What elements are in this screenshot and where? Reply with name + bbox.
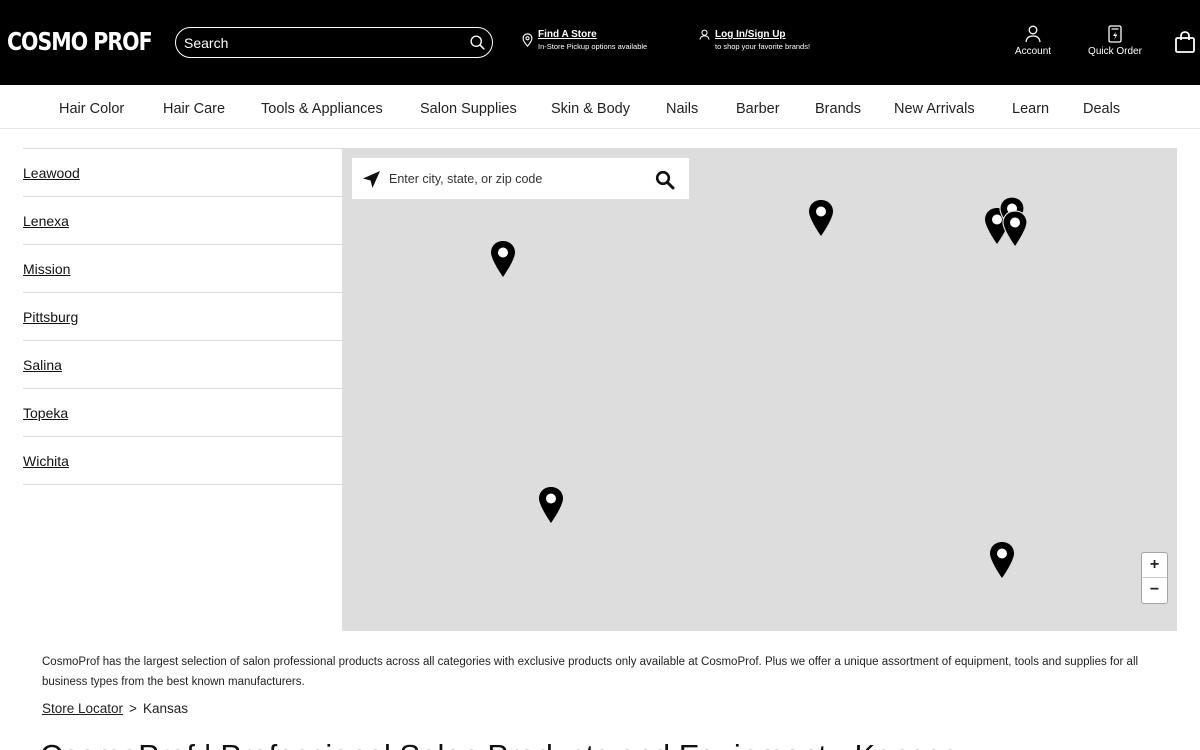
- nav-item-tools-appliances[interactable]: Tools & Appliances: [261, 101, 383, 117]
- quick-order-label: Quick Order: [1088, 46, 1142, 57]
- nav-item-learn[interactable]: Learn: [1012, 101, 1049, 117]
- find-a-store-subtitle: In-Store Pickup options available: [538, 42, 648, 51]
- cosmoprof-logo[interactable]: COSMO PROF: [7, 27, 153, 56]
- nav-item-barber[interactable]: Barber: [736, 101, 780, 117]
- nav-item-salon-supplies[interactable]: Salon Supplies: [420, 101, 517, 117]
- top-header: COSMO PROF Find A Store In-Store Pickup …: [0, 0, 1200, 85]
- nav-item-hair-color[interactable]: Hair Color: [59, 101, 124, 117]
- page-title: CosmoProf | Professional Salon Products …: [40, 738, 958, 750]
- account-label: Account: [1014, 46, 1052, 57]
- search-icon[interactable]: [469, 34, 486, 51]
- site-search[interactable]: [175, 27, 493, 58]
- store-marker-pin[interactable]: [1001, 210, 1029, 248]
- store-map[interactable]: + −: [342, 148, 1177, 631]
- location-pin-icon: [522, 33, 533, 47]
- account-icon: [1025, 25, 1041, 43]
- breadcrumb: Store Locator > Kansas: [42, 701, 188, 716]
- main-nav: Hair Color Hair Care Tools & Appliances …: [0, 85, 1200, 129]
- user-icon: [699, 29, 710, 40]
- shopping-bag-icon[interactable]: [1174, 30, 1196, 54]
- find-a-store-title[interactable]: Find A Store: [538, 29, 647, 40]
- store-marker-pin[interactable]: [988, 541, 1016, 579]
- login-signup-title[interactable]: Log In/Sign Up: [715, 29, 810, 40]
- city-link-salina[interactable]: Salina: [23, 341, 343, 389]
- store-marker-pin[interactable]: [537, 486, 565, 524]
- map-search-box[interactable]: [352, 158, 689, 199]
- breadcrumb-separator: >: [129, 701, 137, 716]
- store-description: CosmoProf has the largest selection of s…: [42, 656, 1139, 688]
- city-link-leawood[interactable]: Leawood: [23, 149, 343, 197]
- city-link-wichita[interactable]: Wichita: [23, 437, 343, 485]
- zoom-in-button[interactable]: +: [1142, 553, 1167, 578]
- zoom-out-button[interactable]: −: [1142, 578, 1167, 603]
- breadcrumb-current: Kansas: [142, 701, 188, 716]
- nav-item-brands[interactable]: Brands: [815, 101, 861, 117]
- nav-item-hair-care[interactable]: Hair Care: [163, 101, 225, 117]
- quick-order-icon: [1108, 25, 1122, 43]
- quick-order-button[interactable]: Quick Order: [1083, 25, 1147, 57]
- search-input[interactable]: [184, 33, 454, 52]
- nav-item-nails[interactable]: Nails: [666, 101, 698, 117]
- nav-item-new-arrivals[interactable]: New Arrivals: [894, 101, 975, 117]
- city-link-topeka[interactable]: Topeka: [23, 389, 343, 437]
- search-icon[interactable]: [655, 170, 675, 190]
- map-zoom-controls: + −: [1142, 553, 1167, 603]
- breadcrumb-store-locator-link[interactable]: Store Locator: [42, 701, 123, 716]
- store-marker-pin[interactable]: [489, 240, 517, 278]
- login-signup-subtitle: to shop your favorite brands!: [715, 42, 811, 51]
- nav-item-skin-body[interactable]: Skin & Body: [551, 101, 630, 117]
- city-list: Leawood Lenexa Mission Pittsburg Salina …: [23, 148, 343, 485]
- nav-item-deals[interactable]: Deals: [1083, 101, 1120, 117]
- map-location-input[interactable]: [389, 169, 639, 188]
- account-button[interactable]: Account: [1001, 25, 1065, 57]
- city-link-pittsburg[interactable]: Pittsburg: [23, 293, 343, 341]
- current-location-arrow-icon[interactable]: [362, 170, 381, 189]
- city-link-mission[interactable]: Mission: [23, 245, 343, 293]
- city-link-lenexa[interactable]: Lenexa: [23, 197, 343, 245]
- store-marker-pin[interactable]: [807, 199, 835, 237]
